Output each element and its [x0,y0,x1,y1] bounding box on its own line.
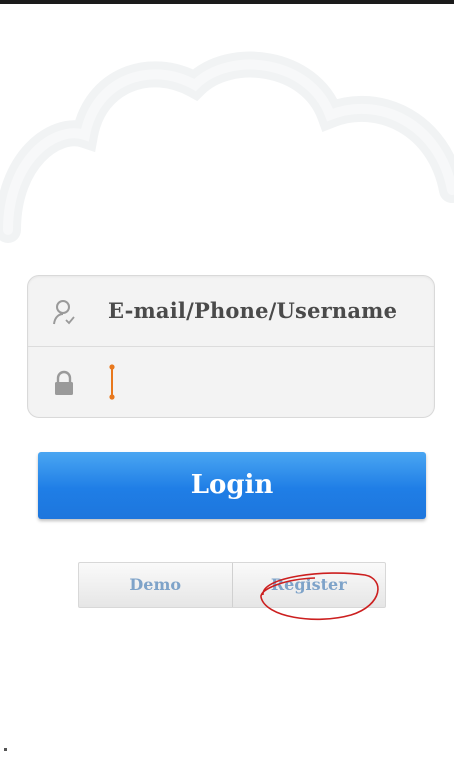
lock-icon [55,370,73,395]
corner-mark [4,748,7,751]
annotation-ellipse [260,572,379,621]
login-screen: E-mail/Phone/Username Login Demo Registe… [0,0,454,762]
text-cursor [109,364,115,400]
login-form: E-mail/Phone/Username [27,275,435,418]
username-input-text: E-mail/Phone/Username [108,298,398,323]
demo-button[interactable]: Demo [79,563,233,607]
login-button[interactable]: Login [38,452,426,519]
password-field[interactable] [28,347,434,417]
username-field[interactable]: E-mail/Phone/Username [28,276,434,347]
cloud-icon [0,51,454,243]
status-bar [0,0,454,4]
user-icon [53,300,75,325]
